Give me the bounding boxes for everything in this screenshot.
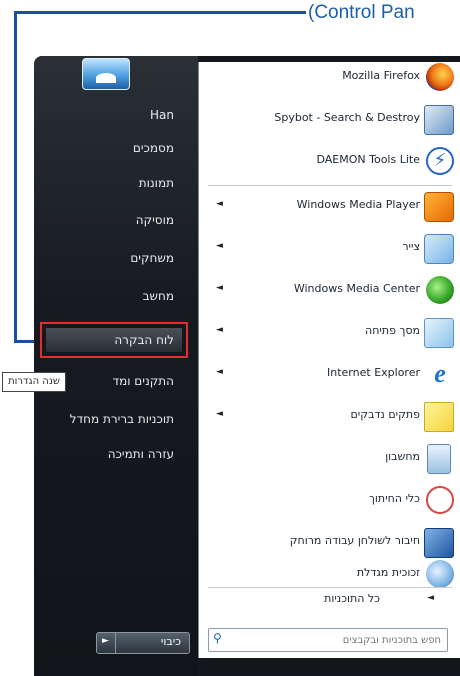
- all-programs-arrow-icon: ◄: [427, 593, 434, 603]
- program-label: פתקים נדבקים: [350, 408, 421, 421]
- program-paint[interactable]: ◄ צייר: [206, 227, 460, 269]
- program-label: זכוכית מגדלת: [356, 566, 420, 579]
- program-label: מחשבון: [385, 450, 420, 463]
- daemon-tools-icon: ⚡: [426, 147, 454, 175]
- program-media-center[interactable]: ◄ Windows Media Center: [206, 269, 460, 311]
- program-snipping-tool[interactable]: כלי החיתוך: [206, 479, 460, 521]
- program-spybot[interactable]: Spybot - Search & Destroy: [206, 98, 460, 140]
- submenu-arrow-icon[interactable]: ◄: [216, 241, 223, 251]
- submenu-arrow-icon[interactable]: ◄: [216, 325, 223, 335]
- program-label: Windows Media Center: [293, 282, 420, 295]
- left-item-user[interactable]: Han: [150, 108, 174, 122]
- left-item-music[interactable]: מוסיקה: [136, 213, 174, 227]
- left-item-devices-printers[interactable]: התקנים ומד: [113, 374, 174, 388]
- left-item-default-programs[interactable]: תוכניות ברירת מחדל: [70, 412, 174, 426]
- paint-icon: [424, 234, 454, 264]
- search-box[interactable]: ⚲: [208, 628, 448, 652]
- program-firefox[interactable]: Mozilla Firefox: [206, 56, 460, 98]
- spybot-icon: [424, 105, 454, 135]
- program-sticky-notes[interactable]: ◄ פתקים נדבקים: [206, 395, 460, 437]
- program-media-player[interactable]: ◄ Windows Media Player: [206, 185, 460, 227]
- snipping-tool-icon: [426, 486, 454, 514]
- program-daemon-tools[interactable]: DAEMON Tools Lite ⚡: [206, 140, 460, 182]
- getting-started-icon: [424, 318, 454, 348]
- callout-line-top: [14, 11, 306, 14]
- submenu-arrow-icon[interactable]: ◄: [216, 367, 223, 377]
- callout-label: (Control Pan: [308, 2, 415, 23]
- shutdown-button[interactable]: ► כיבוי: [96, 632, 190, 654]
- internet-explorer-icon: e: [426, 360, 454, 388]
- program-getting-started[interactable]: ◄ מסך פתיחה: [206, 311, 460, 353]
- left-item-computer[interactable]: מחשב: [143, 289, 174, 303]
- submenu-arrow-icon[interactable]: ◄: [216, 199, 223, 209]
- shutdown-options-arrow-icon[interactable]: ►: [102, 636, 109, 646]
- media-player-icon: [424, 192, 454, 222]
- calculator-icon: [427, 444, 451, 474]
- program-label: כלי החיתוך: [369, 492, 420, 505]
- submenu-arrow-icon[interactable]: ◄: [216, 409, 223, 419]
- program-label: חיבור לשולחן עבודה מרוחק: [289, 534, 420, 547]
- program-label: Mozilla Firefox: [342, 69, 420, 82]
- magnifier-icon: [426, 560, 454, 588]
- all-programs-label: כל התוכניות: [324, 592, 380, 605]
- left-item-pictures[interactable]: תמונות: [139, 176, 174, 190]
- callout-line-left: [14, 11, 17, 343]
- all-programs-button[interactable]: כל התוכניות ◄: [206, 587, 460, 613]
- program-label: מסך פתיחה: [365, 324, 420, 337]
- program-internet-explorer[interactable]: ◄ Internet Explorer e: [206, 353, 460, 395]
- program-calculator[interactable]: מחשבון: [206, 437, 460, 479]
- sticky-notes-icon: [424, 402, 454, 432]
- left-item-help-support[interactable]: עזרה ותמיכה: [108, 447, 174, 461]
- search-input[interactable]: [229, 631, 443, 649]
- media-center-icon: [426, 276, 454, 304]
- left-item-games[interactable]: משחקים: [130, 251, 174, 265]
- program-label: Spybot - Search & Destroy: [274, 111, 420, 124]
- program-label: Windows Media Player: [296, 198, 420, 211]
- program-label: DAEMON Tools Lite: [316, 153, 421, 166]
- left-item-control-panel[interactable]: לוח הבקרה: [114, 333, 174, 347]
- program-label: צייר: [402, 240, 420, 253]
- left-item-documents[interactable]: מסמכים: [133, 141, 174, 155]
- submenu-arrow-icon[interactable]: ◄: [216, 283, 223, 293]
- search-icon: ⚲: [213, 631, 222, 645]
- user-avatar-icon[interactable]: [82, 58, 130, 90]
- program-label: Internet Explorer: [327, 366, 420, 379]
- shutdown-label: כיבוי: [160, 635, 181, 648]
- tooltip-change-settings: שנה הגדרות: [2, 372, 66, 392]
- firefox-icon: [426, 63, 454, 91]
